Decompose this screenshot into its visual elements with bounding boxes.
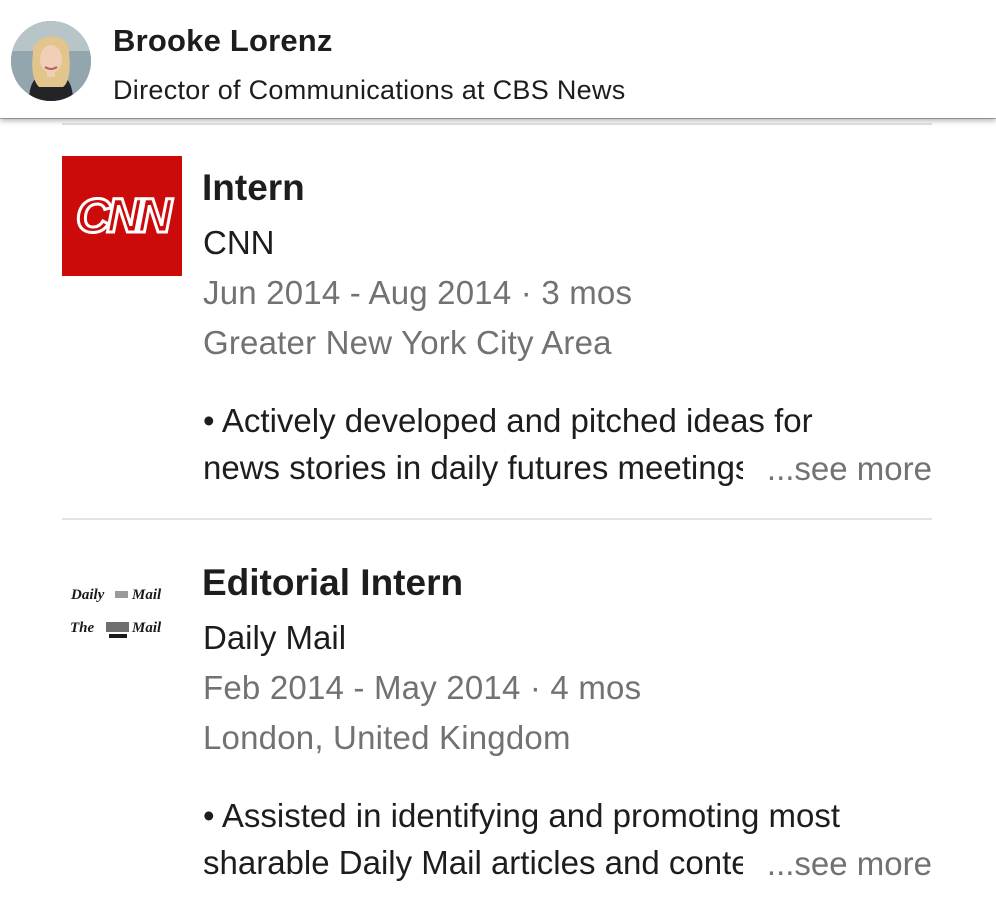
- profile-name[interactable]: Brooke Lorenz: [113, 23, 333, 59]
- profile-headline: Director of Communications at CBS News: [113, 75, 626, 105]
- svg-text:Mail: Mail: [131, 620, 162, 636]
- job-title: Editorial Intern: [202, 562, 464, 603]
- avatar[interactable]: [11, 21, 91, 101]
- svg-text:Daily: Daily: [70, 587, 105, 603]
- profile-header: Brooke Lorenz Director of Communications…: [0, 0, 996, 118]
- divider: [62, 123, 932, 125]
- description-line: • Actively developed and pitched ideas f…: [203, 402, 813, 439]
- cnn-logo[interactable]: CNN: [62, 156, 182, 276]
- job-dates: Jun 2014 - Aug 2014 · 3 mos: [203, 274, 633, 311]
- job-location: Greater New York City Area: [203, 324, 612, 361]
- description-line: sharable Daily Mail articles and content: [203, 844, 743, 881]
- svg-text:Mail: Mail: [131, 587, 162, 603]
- svg-text:CNN: CNN: [76, 190, 173, 243]
- daily-mail-logo[interactable]: Daily Mail The Mail: [62, 552, 182, 672]
- svg-text:The: The: [70, 620, 95, 636]
- see-more-link[interactable]: ...see more: [756, 450, 932, 488]
- divider: [62, 518, 932, 520]
- company-name: Daily Mail: [203, 619, 347, 656]
- header-divider: [0, 118, 996, 119]
- job-location: London, United Kingdom: [203, 719, 571, 756]
- description-line: • Assisted in identifying and promoting …: [203, 797, 841, 834]
- experience-section: CNN Intern CNN Jun 2014 - Aug 2014 · 3 m…: [0, 0, 996, 916]
- job-dates: Feb 2014 - May 2014 · 4 mos: [203, 669, 642, 706]
- see-more-link[interactable]: ...see more: [756, 845, 932, 883]
- company-name: CNN: [203, 224, 275, 261]
- description-line: news stories in daily futures meetings: [203, 449, 743, 486]
- job-title: Intern: [202, 167, 305, 208]
